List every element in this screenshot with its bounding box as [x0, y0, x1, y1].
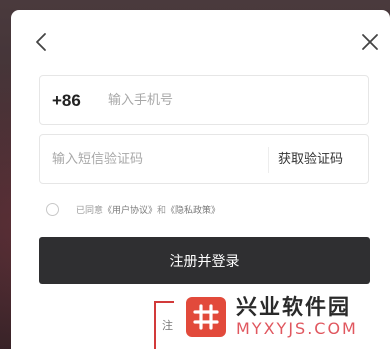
watermark-subtitle: MYXYJS.COM	[236, 319, 358, 338]
field-divider	[268, 147, 269, 173]
chevron-left-icon[interactable]	[30, 30, 54, 54]
agreement-conjunction: 和	[157, 205, 167, 216]
register-login-button[interactable]: 注册并登录	[39, 237, 370, 284]
watermark: 兴业软件园 MYXYJS.COM	[174, 285, 390, 349]
close-icon[interactable]	[358, 30, 382, 54]
country-code[interactable]: +86	[52, 76, 81, 126]
phone-field: +86	[39, 75, 369, 125]
sms-code-input[interactable]	[52, 135, 242, 183]
agreement-row: 已同意《用户协议》和《隐私政策》	[46, 200, 220, 218]
phone-input[interactable]	[108, 76, 348, 124]
agreement-prefix: 已同意	[76, 205, 104, 216]
user-agreement-link[interactable]: 《用户协议》	[103, 206, 157, 216]
agreement-checkbox[interactable]	[46, 202, 59, 216]
privacy-policy-link[interactable]: 《隐私政策》	[166, 206, 220, 216]
agreement-text: 已同意《用户协议》和《隐私政策》	[76, 203, 220, 216]
bottom-link[interactable]: 注	[162, 317, 173, 333]
sms-code-field: 获取验证码	[39, 134, 369, 184]
get-code-button[interactable]: 获取验证码	[278, 135, 343, 185]
watermark-title: 兴业软件园	[236, 295, 351, 319]
watermark-logo-icon	[186, 297, 226, 337]
watermark-text: 兴业软件园 MYXYJS.COM	[236, 295, 358, 339]
